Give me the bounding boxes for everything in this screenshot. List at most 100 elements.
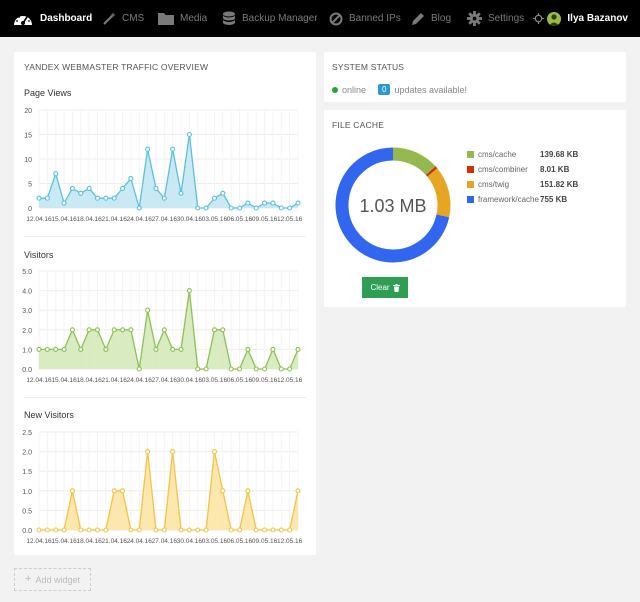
widget-title: YANDEX WEBMASTER TRAFFIC OVERVIEW [24,62,209,72]
traffic-widget: YANDEX WEBMASTER TRAFFIC OVERVIEW Page V… [14,52,316,555]
x-tick-label: 12.04.16 [26,216,52,223]
system-status-widget: SYSTEM STATUS online 0 updates available… [324,52,626,102]
data-point [103,195,109,201]
data-point [36,195,42,201]
user-name: Ilya Bazanov [567,13,628,24]
updates-link[interactable]: updates available! [394,85,467,95]
data-point [178,527,184,533]
nav-cms[interactable]: CMS [102,0,144,37]
y-tick-label: 0.5 [22,508,32,515]
data-point [161,527,167,533]
x-tick-label: 27.04.16 [152,216,178,223]
data-point [170,449,176,455]
data-point [44,346,50,352]
data-point [94,527,101,533]
y-tick-label: 5.0 [22,269,32,276]
legend-item: framework/cache 755 KB [467,192,578,207]
y-tick-label: 10 [24,157,32,164]
x-tick-label: 15.04.16 [51,377,77,384]
divider [24,397,306,398]
data-point [153,527,159,533]
nav-settings[interactable]: Settings [467,0,524,37]
avatar [547,11,562,26]
legend-size: 8.01 KB [540,165,570,174]
data-point [295,346,301,352]
trash-icon [392,283,400,292]
nav-dashboard[interactable]: Dashboard [12,0,92,37]
nav-label: Media [180,13,208,24]
data-point [195,527,201,533]
x-tick-label: 06.05.16 [227,538,253,545]
data-point [161,195,167,201]
crosshair-icon [533,13,544,24]
y-tick-label: 0.0 [22,528,32,535]
data-point [253,527,259,533]
x-tick-label: 18.04.16 [76,538,102,545]
legend-size: 139.68 KB [540,150,579,159]
x-tick-label: 21.04.16 [102,377,128,384]
x-tick-label: 24.04.16 [127,538,153,545]
legend-swatch [467,196,474,203]
data-point [236,527,243,533]
chart-title: Visitors [24,250,54,260]
data-point [186,527,192,533]
clear-cache-button[interactable]: Clear [362,277,408,298]
page-views-chart: 0 5 10 15 20 12.04.16 15.04.16 18.04.16 21.04.16… [24,108,302,223]
x-tick-label: 24.04.16 [127,216,153,223]
online-label: online [342,84,367,95]
data-point [94,195,101,201]
add-widget-button[interactable]: + Add widget [14,568,91,591]
data-point [145,307,151,313]
x-tick-label: 21.04.16 [102,538,128,545]
data-point [111,195,117,201]
x-tick-label: 09.05.16 [252,538,278,545]
data-point [136,205,142,211]
data-point [262,200,268,206]
data-point [228,527,234,533]
x-tick-label: 15.04.16 [51,216,77,223]
data-point [145,146,151,152]
ban-icon [329,12,343,25]
data-point [128,527,134,533]
nav-backup-manager[interactable]: Backup Manager [222,0,318,37]
database-icon [223,11,235,25]
data-point [69,185,75,191]
x-tick-label: 18.04.16 [76,377,102,384]
data-point [295,200,301,206]
data-point [61,200,67,206]
legend-size: 151.82 KB [540,180,579,189]
cache-legend: cms/cache 139.68 KB cms/combiner 8.01 KB c… [467,147,578,207]
cache-total: 1.03 MB [359,196,426,216]
chart-title: Page Views [24,88,72,98]
data-point [61,527,67,533]
data-point [53,171,59,177]
legend-item: cms/cache 139.68 KB [467,147,578,162]
nav-banned-ips[interactable]: Banned IPs [329,0,401,37]
data-point [86,527,92,533]
legend-swatch [467,181,474,188]
data-point [262,366,268,372]
legend-name: cms/twig [478,180,510,189]
legend-size: 755 KB [540,195,568,204]
add-widget-label: Add widget [35,574,80,585]
data-point [53,346,59,352]
new-visitors-chart: 0.0 0.5 1.0 1.5 2.0 2.5 12.04.16 15.04.16 18.04.… [22,430,303,545]
data-point [245,488,251,494]
y-tick-label: 20 [24,108,32,115]
crosshair-button[interactable] [533,0,544,37]
x-tick-label: 12.05.16 [277,538,303,545]
user-menu[interactable]: Ilya Bazanov [547,0,628,37]
updates-badge[interactable]: 0 [378,84,391,95]
nav-media[interactable]: Media [158,0,207,37]
data-point [161,327,167,333]
data-point [253,366,259,372]
nav-blog[interactable]: Blog [411,0,451,37]
data-point [119,185,126,191]
x-tick-label: 03.05.16 [202,377,228,384]
legend-swatch [467,166,474,173]
data-point [170,346,176,352]
data-point [153,346,159,352]
data-point [136,527,142,533]
data-point [270,200,276,206]
data-point [111,327,117,333]
